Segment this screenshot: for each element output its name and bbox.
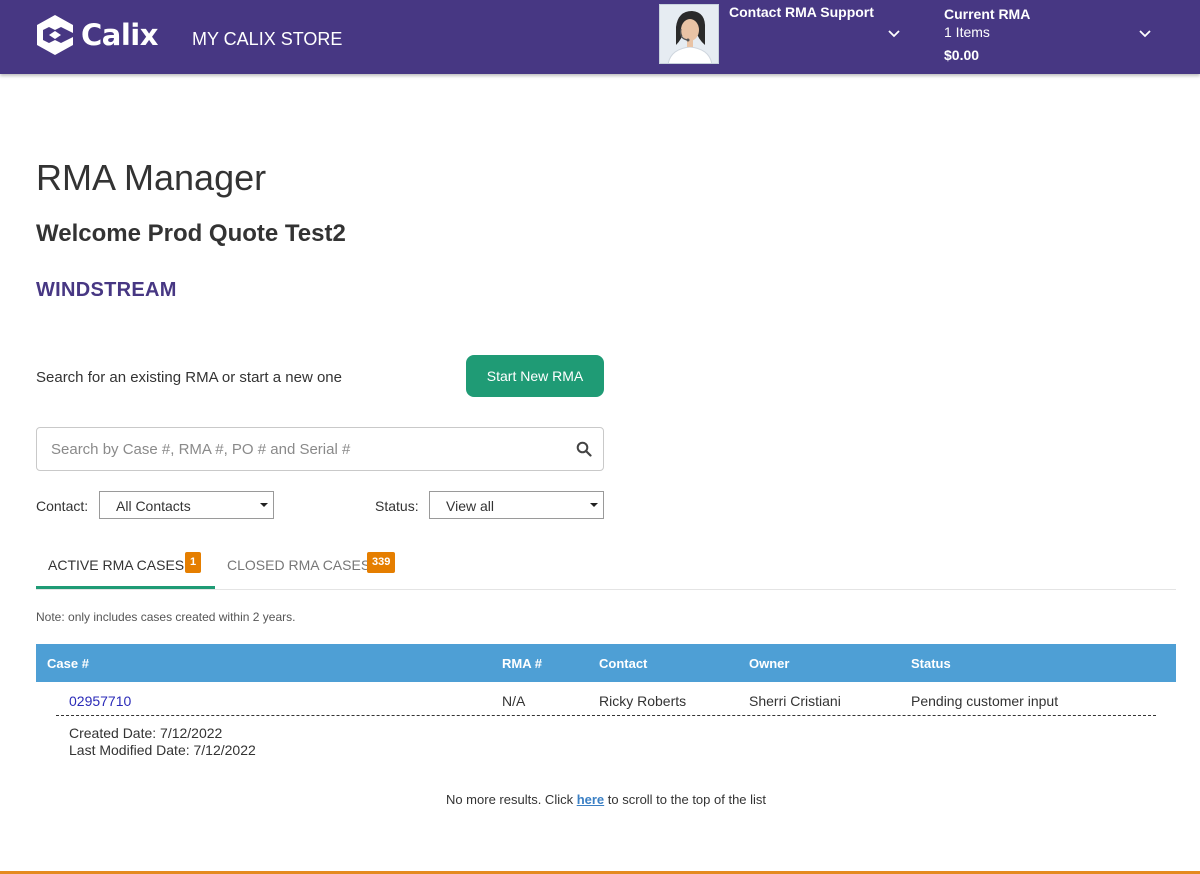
case-number-cell: 02957710	[69, 693, 131, 709]
status-filter-select[interactable]: View all	[429, 491, 604, 519]
support-chevron-down-icon[interactable]	[887, 27, 901, 41]
search-icon[interactable]	[576, 441, 592, 457]
active-count-badge: 1	[185, 552, 202, 573]
brand-name: Calix	[81, 18, 158, 52]
table-row[interactable]: 02957710 N/A Ricky Roberts Sherri Cristi…	[56, 683, 1156, 716]
contact-cell: Ricky Roberts	[599, 693, 687, 709]
column-header-owner[interactable]: Owner	[749, 656, 789, 671]
column-header-contact[interactable]: Contact	[599, 656, 647, 671]
scroll-to-top-link[interactable]: here	[577, 792, 604, 807]
last-modified-date: Last Modified Date: 7/12/2022	[69, 742, 256, 758]
contact-filter-label: Contact:	[36, 498, 89, 514]
date-range-note: Note: only includes cases created within…	[36, 610, 296, 624]
search-input[interactable]	[51, 428, 561, 470]
tab-label: CLOSED RMA CASES	[227, 557, 371, 573]
table-header-row: Case # RMA # Contact Owner Status	[36, 644, 1176, 682]
rma-number-cell: N/A	[502, 693, 526, 709]
company-name: WINDSTREAM	[36, 279, 177, 301]
store-title[interactable]: MY CALIX STORE	[192, 29, 342, 50]
owner-cell: Sherri Cristiani	[749, 693, 841, 709]
calix-logo[interactable]: Calix	[35, 12, 165, 58]
top-header: Calix MY CALIX STORE Contact RMA Support…	[0, 0, 1200, 74]
contact-filter-select[interactable]: All Contacts	[99, 491, 274, 519]
start-new-rma-button[interactable]: Start New RMA	[466, 355, 604, 397]
caret-down-icon	[260, 503, 268, 507]
current-rma-chevron-down-icon[interactable]	[1138, 27, 1152, 41]
column-header-case[interactable]: Case #	[47, 656, 89, 671]
welcome-message: Welcome Prod Quote Test2	[36, 220, 346, 247]
current-rma-title[interactable]: Current RMA	[944, 6, 1030, 22]
calix-logo-mark	[37, 15, 73, 55]
support-agent-avatar[interactable]	[659, 4, 719, 64]
status-filter-value: View all	[446, 498, 494, 514]
row-divider	[56, 715, 1156, 716]
search-box	[36, 427, 604, 471]
case-number-link[interactable]: 02957710	[69, 693, 131, 709]
status-filter-label: Status:	[375, 498, 419, 514]
rma-case-tabs: ACTIVE RMA CASES 1 CLOSED RMA CASES 339	[36, 546, 1176, 590]
end-of-results-suffix: to scroll to the top of the list	[604, 792, 767, 807]
created-date: Created Date: 7/12/2022	[69, 725, 223, 741]
contact-filter-value: All Contacts	[116, 498, 191, 514]
end-of-results-message: No more results. Click here to scroll to…	[0, 792, 1200, 807]
page-title: RMA Manager	[36, 157, 267, 198]
tab-label: ACTIVE RMA CASES	[48, 557, 185, 573]
search-prompt-text: Search for an existing RMA or start a ne…	[36, 369, 342, 386]
current-rma-items: 1 Items	[944, 24, 990, 40]
contact-rma-support-label[interactable]: Contact RMA Support	[729, 4, 874, 20]
column-header-rma[interactable]: RMA #	[502, 656, 542, 671]
caret-down-icon	[590, 503, 598, 507]
current-rma-total: $0.00	[944, 47, 980, 63]
closed-count-badge: 339	[367, 552, 396, 573]
status-cell: Pending customer input	[911, 693, 1059, 709]
end-of-results-prefix: No more results. Click	[445, 792, 577, 807]
column-header-status[interactable]: Status	[911, 656, 951, 671]
tab-active-rma-cases[interactable]: ACTIVE RMA CASES 1	[36, 546, 215, 589]
